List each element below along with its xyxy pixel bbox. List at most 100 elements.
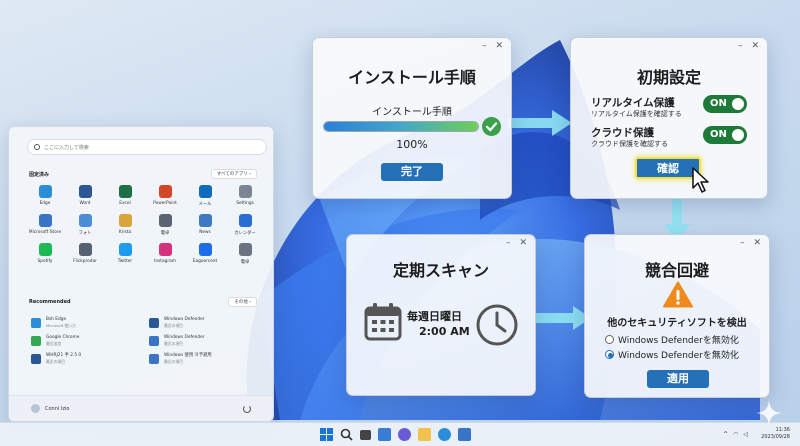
recommended-item[interactable]: WHRJ21 手 2.5 0 最近の項目 xyxy=(31,353,149,365)
app-label: Microsoft Store xyxy=(28,230,62,235)
radio-selected-dot xyxy=(607,352,613,358)
minimize-button[interactable]: – xyxy=(482,42,487,51)
app-label: News xyxy=(199,230,211,235)
pinned-app[interactable]: Twitter xyxy=(105,243,145,265)
app-label: フォト xyxy=(78,231,92,236)
recommended-title: Windows Defender xyxy=(164,317,205,322)
close-button[interactable]: ✕ xyxy=(753,239,761,248)
app-label: Settings xyxy=(236,201,254,206)
pinned-app[interactable]: メール xyxy=(185,185,225,207)
option-disable-defender-1[interactable]: Windows Defenderを無効化 xyxy=(605,333,739,346)
schedule-time: 2:00 AM xyxy=(419,325,470,338)
arrow-right-2 xyxy=(535,306,591,330)
chat-icon[interactable] xyxy=(398,428,411,441)
close-button[interactable]: ✕ xyxy=(519,239,527,248)
pinned-app[interactable]: 電卓 xyxy=(145,214,185,236)
progress-label: インストール手順 xyxy=(372,107,452,118)
app-icon xyxy=(78,185,92,198)
pinned-app[interactable]: Eagoorcent xyxy=(185,243,225,265)
conflict-avoidance-window: – ✕ 競合回避 他のセキュリティソフトを検出 Windows Defenderを… xyxy=(584,234,770,398)
search-icon[interactable] xyxy=(340,428,353,441)
pinned-app[interactable]: Edge xyxy=(25,185,65,207)
minimize-button[interactable]: – xyxy=(738,42,743,51)
app-icon xyxy=(118,243,132,256)
calendar-icon xyxy=(364,303,402,341)
check-circle-icon xyxy=(482,117,501,136)
app-icon xyxy=(238,214,252,227)
app-icon xyxy=(38,243,52,256)
pinned-app[interactable]: Flickprodar xyxy=(65,243,105,265)
app-label: Excel xyxy=(119,201,131,206)
close-button[interactable]: ✕ xyxy=(751,42,759,51)
pinned-title: 固定済み xyxy=(29,172,50,178)
install-title: インストール手順 xyxy=(348,68,476,87)
store-icon[interactable] xyxy=(458,428,471,441)
pinned-app[interactable]: フォト xyxy=(65,214,105,236)
pinned-app[interactable]: Excel xyxy=(105,185,145,207)
file-icon xyxy=(149,318,159,328)
more-button[interactable]: その他 › xyxy=(228,297,257,307)
pinned-app[interactable]: Word xyxy=(65,185,105,207)
pinned-app[interactable]: PowerPoint xyxy=(145,185,185,207)
minimize-button[interactable]: – xyxy=(506,239,511,248)
system-clock[interactable]: 11:36 2023/09/28 xyxy=(761,427,790,441)
task-view-icon[interactable] xyxy=(360,430,371,440)
warning-icon xyxy=(663,281,693,308)
app-label: Flickprodar xyxy=(73,259,97,264)
recommended-item[interactable]: Windows 使用 冷予避用 最近の項目 xyxy=(149,353,265,365)
recommended-subtitle: 最近の項目 xyxy=(164,341,183,346)
start-menu: ここに入力して検索 固定済み すべてのアプリ › Edge Word Excel Po… xyxy=(8,126,274,422)
recommended-title: Google Chrome xyxy=(46,335,80,340)
radio-button[interactable] xyxy=(605,335,614,344)
option-disable-defender-2[interactable]: Windows Defenderを無効化 xyxy=(605,348,739,361)
power-icon[interactable] xyxy=(243,404,251,413)
sparkle-icon xyxy=(756,400,782,426)
cloud-protection-desc: クラウド保護を確認する xyxy=(591,140,668,148)
chevron-up-icon[interactable]: ^ xyxy=(723,431,728,438)
conflict-heading: 他のセキュリティソフトを検出 xyxy=(607,318,747,329)
app-icon xyxy=(118,214,132,227)
pinned-app[interactable]: Spotify xyxy=(25,243,65,265)
pinned-app[interactable]: News xyxy=(185,214,225,236)
initial-settings-title: 初期設定 xyxy=(636,68,701,87)
file-explorer-icon[interactable] xyxy=(418,428,431,441)
option-label: Windows Defenderを無効化 xyxy=(618,336,739,346)
app-label: Spotify xyxy=(37,259,53,264)
start-search-box[interactable]: ここに入力して検索 xyxy=(27,139,267,155)
avatar xyxy=(31,404,40,413)
app-label: メール xyxy=(198,202,212,207)
install-progress-bar xyxy=(323,121,479,132)
pinned-app[interactable]: 電卓 xyxy=(225,243,265,265)
search-icon xyxy=(34,144,40,150)
pinned-app[interactable]: Instagram xyxy=(145,243,185,265)
cloud-protection-toggle[interactable]: ON xyxy=(703,126,747,144)
recommended-item[interactable]: Windows Defender 最近の項目 xyxy=(149,317,265,329)
minimize-button[interactable]: – xyxy=(740,239,745,248)
close-button[interactable]: ✕ xyxy=(495,42,503,51)
recommended-title: Windows 使用 冷予避用 xyxy=(164,353,212,358)
pinned-app[interactable]: Settings xyxy=(225,185,265,207)
scheduled-scan-window: – ✕ 定期スキャン 毎週日曜日 2:00 AM xyxy=(346,234,536,396)
mouse-cursor-icon xyxy=(692,167,709,193)
recommended-item[interactable]: Bsh Edge Microsoft 使い方 xyxy=(31,317,149,329)
radio-button[interactable] xyxy=(605,350,614,359)
all-apps-button[interactable]: すべてのアプリ › xyxy=(210,169,257,179)
realtime-protection-toggle[interactable]: ON xyxy=(703,95,747,113)
edge-icon[interactable] xyxy=(438,428,451,441)
pinned-app[interactable]: Microsoft Store xyxy=(25,214,65,236)
pinned-app[interactable]: カレンダー xyxy=(225,214,265,236)
file-icon xyxy=(31,354,41,364)
done-button[interactable]: 完了 xyxy=(381,163,443,181)
windows-start-icon[interactable] xyxy=(320,428,333,441)
recommended-title: Bsh Edge xyxy=(46,317,67,322)
recommended-item[interactable]: Google Chrome 最近追加 xyxy=(31,335,149,347)
recommended-item[interactable]: Windows Defender 最近の項目 xyxy=(149,335,265,347)
progress-fill xyxy=(324,122,478,131)
user-profile[interactable]: Conni Izio xyxy=(31,404,69,413)
widgets-icon[interactable] xyxy=(378,428,391,441)
volume-icon[interactable]: ◁ xyxy=(743,431,748,438)
apply-button[interactable]: 適用 xyxy=(647,370,709,388)
pinned-app[interactable]: Krista xyxy=(105,214,145,236)
wifi-icon[interactable]: ◠ xyxy=(733,431,738,438)
recommended-subtitle: 最近追加 xyxy=(46,341,62,346)
